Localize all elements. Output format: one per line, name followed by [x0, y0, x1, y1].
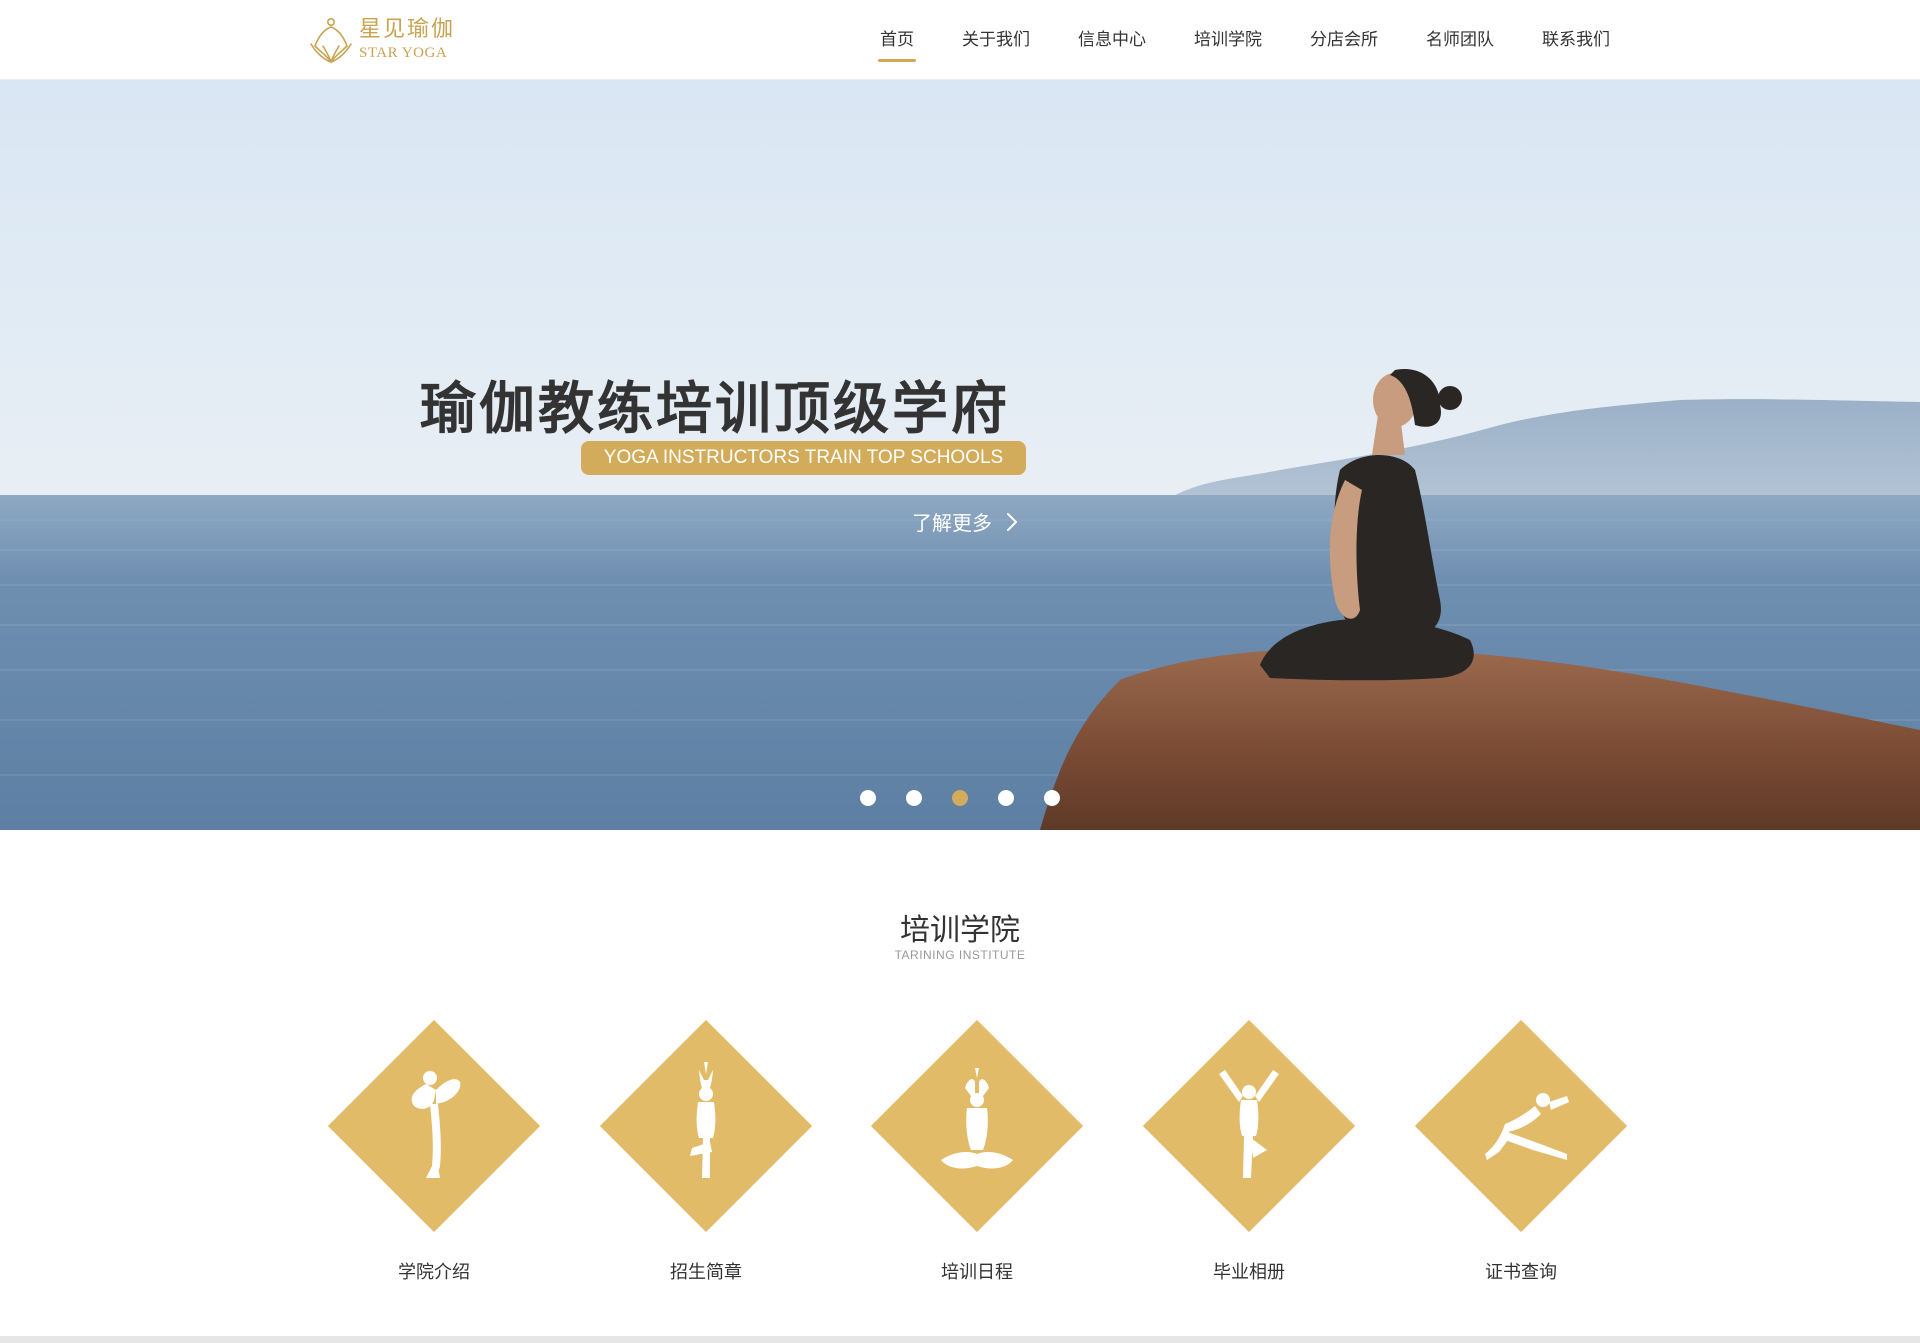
tree-pose-icon — [600, 1020, 812, 1232]
nav-about[interactable]: 关于我们 — [962, 0, 1030, 80]
nav-home[interactable]: 首页 — [878, 0, 916, 80]
card-schedule[interactable]: 培训日程 — [849, 1020, 1083, 1290]
card-label: 招生简章 — [670, 1262, 742, 1283]
nav-news[interactable]: 信息中心 — [1078, 0, 1146, 80]
slider-dot[interactable] — [860, 790, 876, 806]
raised-arms-pose-icon — [1143, 1020, 1355, 1232]
card-admissions[interactable]: 招生简章 — [578, 1020, 812, 1290]
slider-dot[interactable] — [1044, 790, 1060, 806]
hero-banner: 瑜伽教练培训顶级学府 YOGA INSTRUCTORS TRAIN TOP SC… — [0, 80, 1920, 830]
main-nav: 首页 关于我们 信息中心 培训学院 分店会所 名师团队 联系我们 — [878, 0, 1610, 80]
brand-wordmark: 星见瑜伽 STAR YOGA — [359, 19, 455, 61]
chevron-right-icon — [1007, 512, 1017, 531]
footer-divider — [0, 1336, 1920, 1343]
card-college-intro[interactable]: 学院介绍 — [306, 1020, 540, 1290]
card-certificate-query[interactable]: 证书查询 — [1393, 1020, 1627, 1290]
brand-name-en: STAR YOGA — [359, 45, 448, 61]
slider-dot[interactable] — [998, 790, 1014, 806]
site-header: 星见瑜伽 STAR YOGA 首页 关于我们 信息中心 培训学院 分店会所 名师… — [0, 0, 1920, 80]
brand-logo[interactable]: 星见瑜伽 STAR YOGA — [309, 16, 455, 64]
nav-teachers[interactable]: 名师团队 — [1426, 0, 1494, 80]
banner-title: 瑜伽教练培训顶级学府 — [420, 377, 1010, 442]
training-cards: 学院介绍 招生简章 培训日程 毕业相册 证书查询 — [0, 1020, 1920, 1290]
banner-subtitle: YOGA INSTRUCTORS TRAIN TOP SCHOOLS — [581, 441, 1026, 475]
learn-more-label: 了解更多 — [912, 511, 992, 535]
section-title: 培训学院 — [900, 913, 1020, 948]
card-label: 证书查询 — [1485, 1262, 1557, 1283]
brand-name-cn: 星见瑜伽 — [359, 17, 456, 42]
lotus-pose-icon — [871, 1020, 1083, 1232]
dancer-pose-icon — [328, 1020, 540, 1232]
nav-branches[interactable]: 分店会所 — [1310, 0, 1378, 80]
nav-contact[interactable]: 联系我们 — [1542, 0, 1610, 80]
lotus-logo-icon — [310, 17, 352, 64]
card-label: 学院介绍 — [398, 1262, 470, 1283]
slider-pagination — [860, 790, 1090, 806]
lunge-stretch-pose-icon — [1415, 1020, 1627, 1232]
nav-institute[interactable]: 培训学院 — [1194, 0, 1262, 80]
card-label: 培训日程 — [941, 1262, 1013, 1283]
card-label: 毕业相册 — [1213, 1262, 1285, 1283]
card-graduation-album[interactable]: 毕业相册 — [1121, 1020, 1355, 1290]
slider-dot[interactable] — [906, 790, 922, 806]
section-subtitle: TARINING INSTITUTE — [894, 948, 1026, 962]
learn-more-link[interactable]: 了解更多 — [912, 507, 1018, 536]
slider-dot-active[interactable] — [952, 790, 968, 806]
